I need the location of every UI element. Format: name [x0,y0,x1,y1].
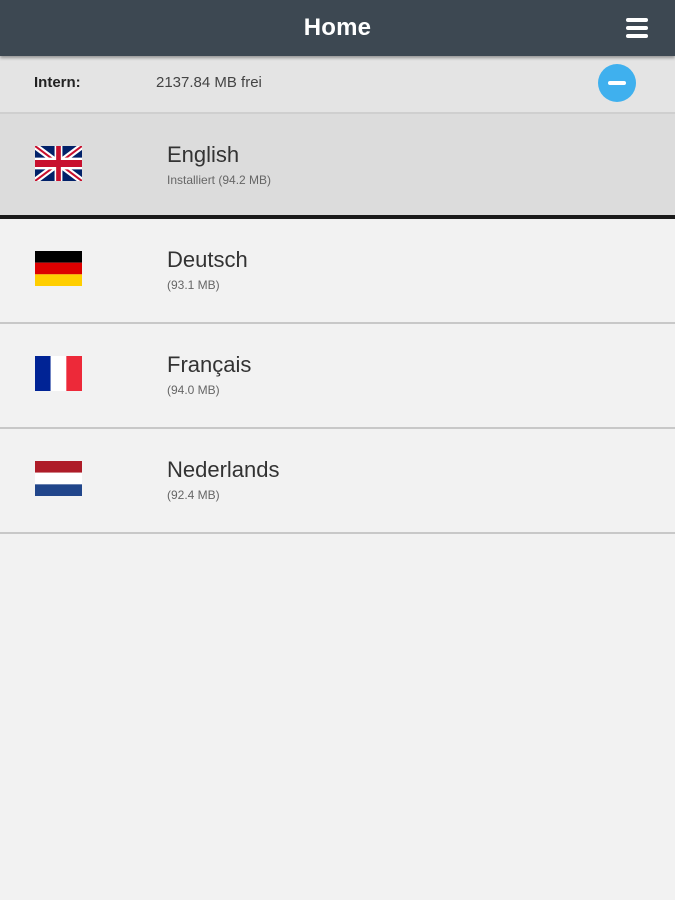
hamburger-menu-icon[interactable] [623,14,653,42]
top-app-bar: Home [0,0,675,56]
storage-info-bar: Intern: 2137.84 MB frei [0,56,675,114]
app-screen: Home Intern: 2137.84 MB frei English Ins… [0,0,675,900]
language-size: (94.0 MB) [167,383,220,397]
language-size: (93.1 MB) [167,278,220,292]
language-size: Installiert (94.2 MB) [167,173,272,187]
uk-flag-icon [35,146,82,181]
language-name: English [167,142,240,167]
france-flag-icon [35,356,82,391]
minus-circle-icon[interactable] [598,64,636,102]
language-item-english[interactable]: English Installiert (94.2 MB) [0,114,675,219]
language-name: Nederlands [167,457,280,482]
netherlands-flag-icon [35,461,82,496]
page-title: Home [303,14,372,41]
storage-label: Intern: [34,74,81,91]
storage-free-space: 2137.84 MB frei [156,74,262,91]
language-name: Français [167,352,252,377]
germany-flag-icon [35,251,82,286]
language-item-francais[interactable]: Français (94.0 MB) [0,324,675,429]
language-item-nederlands[interactable]: Nederlands (92.4 MB) [0,429,675,534]
language-item-deutsch[interactable]: Deutsch (93.1 MB) [0,219,675,324]
language-size: (92.4 MB) [167,488,220,502]
language-list: English Installiert (94.2 MB) Deutsch (9… [0,114,675,534]
language-name: Deutsch [167,247,248,272]
